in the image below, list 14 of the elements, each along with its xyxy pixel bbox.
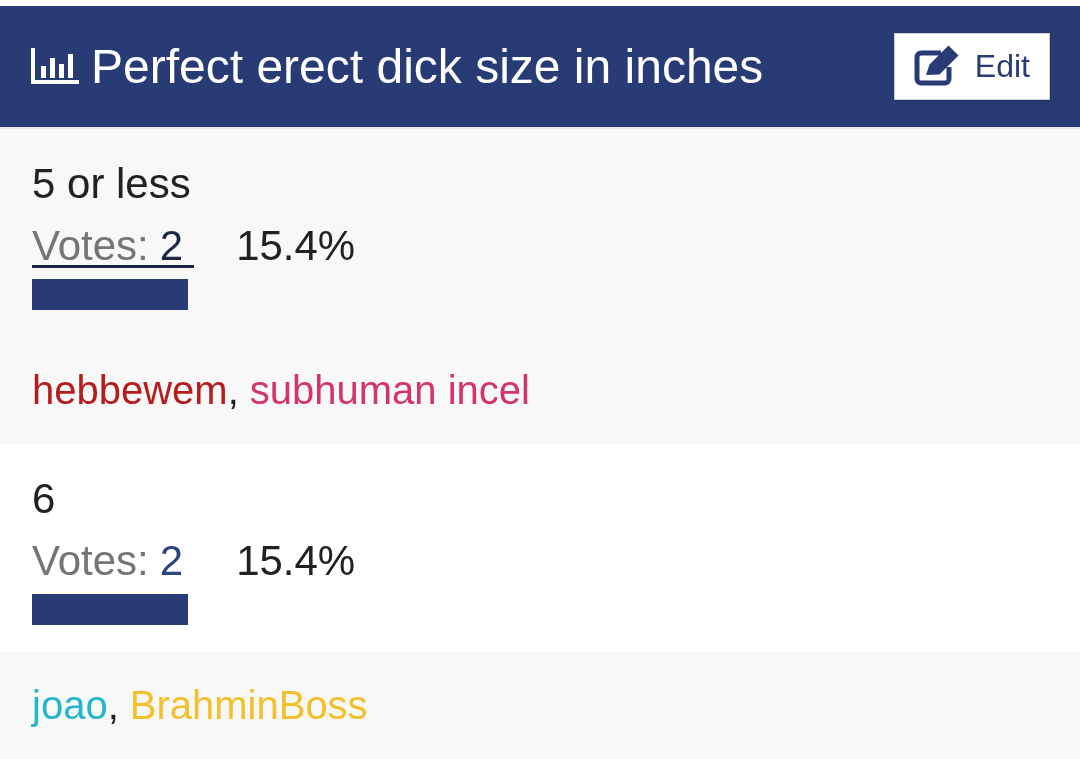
voter-link[interactable]: subhuman incel (249, 366, 530, 444)
vote-percentage: 15.4% (236, 227, 356, 265)
edit-icon (912, 45, 959, 87)
edit-button[interactable]: Edit (893, 32, 1050, 100)
option-label: 5 or less (32, 159, 192, 209)
voter-link[interactable]: hebbewem (32, 366, 228, 444)
poll-title: Perfect erect dick size in inches (91, 38, 764, 95)
option-label: 6 (32, 474, 57, 524)
votes-link[interactable]: Votes: 2 (32, 227, 195, 268)
vote-percentage: 15.4% (236, 542, 356, 580)
list-separator: , (107, 682, 119, 729)
votes-link[interactable]: Votes: 2 (32, 542, 195, 583)
bar-chart-icon (31, 47, 79, 84)
list-separator: , (227, 367, 239, 414)
